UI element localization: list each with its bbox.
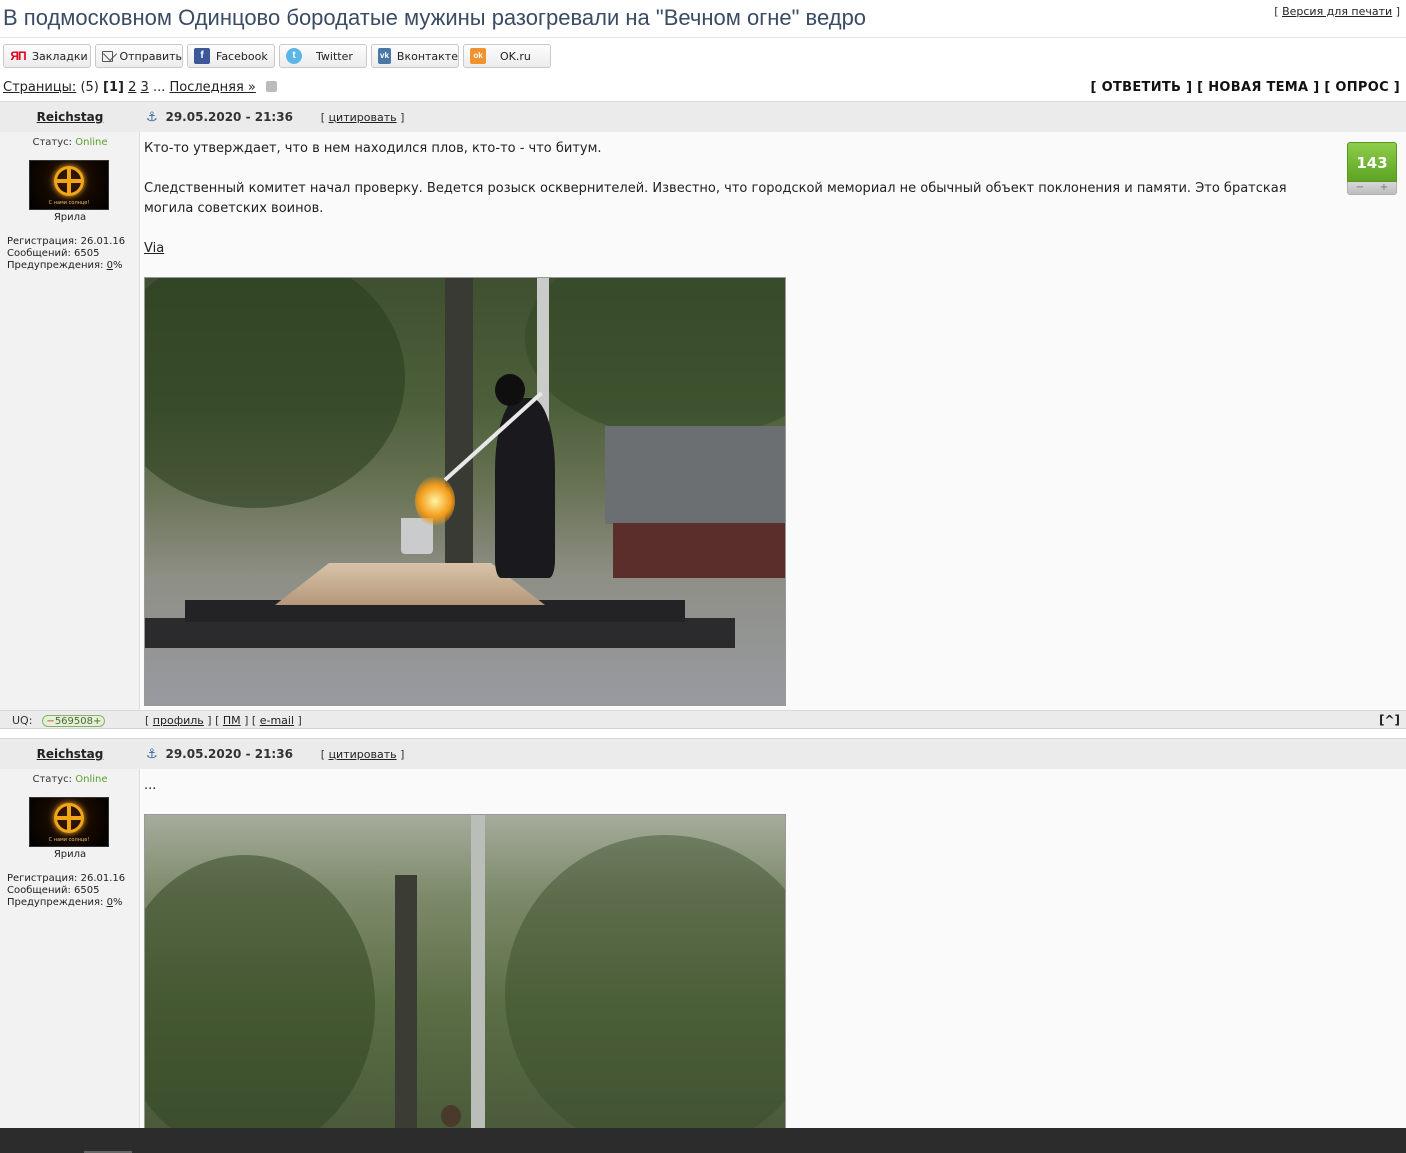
rating-controls: − +: [1347, 182, 1397, 195]
page-2-link[interactable]: 2: [128, 80, 136, 95]
post-image[interactable]: [144, 814, 786, 1134]
ok-icon: ok: [470, 48, 486, 64]
post-paragraph: Следственный комитет начал проверку. Вед…: [144, 181, 1287, 216]
post-footer: UQ: −569508+ [ профиль ] [ ПМ ] [ e-mail …: [0, 710, 1406, 729]
bookmarks-button[interactable]: ЯП Закладки: [3, 44, 91, 68]
user-stats: Регистрация: 26.01.16 Сообщений: 6505 Пр…: [7, 873, 125, 909]
kolovrat-icon: [54, 166, 84, 196]
post-date: 29.05.2020 - 21:36: [165, 747, 293, 761]
ok-button[interactable]: ok OK.ru: [463, 44, 551, 68]
mail-icon: [102, 50, 114, 62]
post-paragraph: ...: [144, 778, 157, 793]
last-page-link[interactable]: Последняя »: [169, 80, 255, 95]
vkontakte-button[interactable]: vk Вконтакте: [371, 44, 459, 68]
post-body: Кто-то утверждает, что в нем находился п…: [141, 132, 1406, 710]
pages-count: (5): [80, 80, 99, 95]
twitter-button[interactable]: t Twitter: [279, 44, 367, 68]
user-title: Ярила: [53, 849, 87, 860]
scroll-to-top-button[interactable]: [^]: [1379, 713, 1400, 727]
post: Reichstag ⚓ 29.05.2020 - 21:36 [ цитиров…: [0, 738, 1406, 1134]
post-rating: 143 − +: [1347, 142, 1397, 196]
facebook-button[interactable]: f Facebook: [187, 44, 275, 68]
post-image[interactable]: [144, 277, 786, 706]
new-topic-button[interactable]: [ НОВАЯ ТЕМА ]: [1197, 80, 1319, 95]
topic-title: В подмосковном Одинцово бородатые мужины…: [3, 5, 867, 30]
warnings: Предупреждения: 0%: [7, 260, 123, 271]
anchor-icon[interactable]: ⚓: [146, 747, 158, 762]
post: Reichstag ⚓ 29.05.2020 - 21:36 [ цитиров…: [0, 101, 1406, 738]
registration-date: Регистрация: 26.01.16: [7, 236, 126, 247]
warnings: Предупреждения: 0%: [7, 897, 123, 908]
twitter-icon: t: [286, 48, 302, 64]
topic-actions: [ ОТВЕТИТЬ ] [ НОВАЯ ТЕМА ] [ ОПРОС ]: [1091, 80, 1400, 95]
online-status: Online: [75, 774, 108, 785]
avatar[interactable]: С нами солнце!: [29, 797, 109, 847]
registration-date: Регистрация: 26.01.16: [7, 873, 126, 884]
jump-page-icon[interactable]: [266, 81, 278, 92]
topic-header: В подмосковном Одинцово бородатые мужины…: [0, 0, 1406, 38]
email-link[interactable]: e-mail: [260, 714, 294, 727]
uq-plus-button[interactable]: +: [93, 716, 101, 727]
pm-link[interactable]: ПМ: [223, 714, 241, 727]
via-link[interactable]: Via: [144, 241, 164, 256]
post-text: Кто-то утверждает, что в нем находился п…: [144, 139, 1324, 259]
post-meta: ⚓ 29.05.2020 - 21:36 [ цитировать ]: [146, 110, 404, 125]
user-status: Статус: Online: [32, 774, 108, 785]
online-status: Online: [75, 137, 108, 148]
rating-value: 143: [1347, 142, 1397, 182]
post-body: ...: [141, 769, 1406, 1134]
author-sidebar: Статус: Online С нами солнце! Ярила Реги…: [0, 132, 140, 710]
avatar-motto: С нами солнце!: [48, 200, 90, 206]
message-count: Сообщений: 6505: [7, 885, 100, 896]
print-version: [ Версия для печати ]: [1274, 5, 1400, 18]
quote-link[interactable]: цитировать: [329, 748, 397, 761]
user-uq: UQ: −569508+: [12, 714, 106, 727]
share-bar: ЯП Закладки Отправить f Facebook t Twitt…: [0, 38, 1406, 73]
author-sidebar: Статус: Online С нами солнце! Ярила Реги…: [0, 769, 140, 1128]
quote-link[interactable]: цитировать: [329, 111, 397, 124]
post-meta: ⚓ 29.05.2020 - 21:36 [ цитировать ]: [146, 747, 404, 762]
message-count: Сообщений: 6505: [7, 248, 100, 259]
vk-icon: vk: [378, 48, 391, 64]
page-3-link[interactable]: 3: [141, 80, 149, 95]
send-button[interactable]: Отправить: [95, 44, 183, 68]
bottom-bar: [0, 1128, 1406, 1153]
anchor-icon[interactable]: ⚓: [146, 110, 158, 125]
print-version-link[interactable]: Версия для печати: [1282, 5, 1392, 18]
author-name-link[interactable]: Reichstag: [0, 110, 140, 124]
rating-minus-button[interactable]: −: [1356, 182, 1364, 194]
user-title: Ярила: [53, 212, 87, 223]
quote-wrap: [ цитировать ]: [320, 111, 405, 124]
post-header: Reichstag ⚓ 29.05.2020 - 21:36 [ цитиров…: [0, 101, 1406, 132]
avatar-motto: С нами солнце!: [48, 837, 90, 843]
pagination-bar: Страницы: (5) [1] 2 3 ... Последняя » [ …: [0, 73, 1406, 101]
post-paragraph: Кто-то утверждает, что в нем находился п…: [144, 141, 602, 156]
reply-button[interactable]: [ ОТВЕТИТЬ ]: [1091, 80, 1193, 95]
uq-badge: −569508+: [42, 715, 106, 727]
uq-minus-button[interactable]: −: [46, 716, 54, 727]
current-page: [1]: [103, 80, 124, 95]
profile-link[interactable]: профиль: [153, 714, 204, 727]
post-text: ...: [144, 776, 1324, 796]
avatar[interactable]: С нами солнце!: [29, 160, 109, 210]
pages-label-link[interactable]: Страницы:: [3, 80, 76, 95]
pagination: Страницы: (5) [1] 2 3 ... Последняя »: [3, 80, 278, 95]
quote-wrap: [ цитировать ]: [320, 748, 405, 761]
yandex-bookmarks-icon: ЯП: [10, 49, 26, 63]
poll-button[interactable]: [ ОПРОС ]: [1324, 80, 1400, 95]
rating-plus-button[interactable]: +: [1380, 182, 1388, 194]
facebook-icon: f: [194, 48, 210, 64]
kolovrat-icon: [54, 803, 84, 833]
author-name-link[interactable]: Reichstag: [0, 747, 140, 761]
post-footer-links: [ профиль ] [ ПМ ] [ e-mail ]: [145, 714, 302, 727]
post-header: Reichstag ⚓ 29.05.2020 - 21:36 [ цитиров…: [0, 738, 1406, 769]
user-status: Статус: Online: [32, 137, 108, 148]
user-stats: Регистрация: 26.01.16 Сообщений: 6505 Пр…: [7, 236, 125, 272]
post-date: 29.05.2020 - 21:36: [165, 110, 293, 124]
